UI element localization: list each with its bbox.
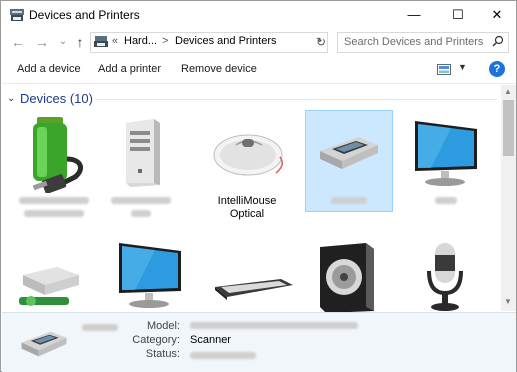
category-value: Scanner bbox=[190, 334, 231, 346]
devices-group-header[interactable]: Devices (10) bbox=[20, 91, 93, 106]
forward-button[interactable]: → bbox=[33, 33, 51, 51]
add-device-button[interactable]: Add a device bbox=[17, 63, 81, 75]
group-header-rule bbox=[95, 99, 497, 100]
tower-computer-icon bbox=[126, 119, 160, 187]
device-tile[interactable]: IntelliMouse Optical bbox=[204, 109, 290, 220]
monitor-icon bbox=[415, 121, 477, 186]
toolbar-divider bbox=[2, 83, 515, 84]
root-chevron[interactable]: « bbox=[112, 35, 118, 47]
status-value bbox=[190, 350, 256, 362]
scanner-icon bbox=[320, 137, 378, 169]
scroll-down-icon[interactable]: ▼ bbox=[504, 297, 512, 306]
battery-usb-icon bbox=[32, 117, 84, 193]
device-tile[interactable] bbox=[403, 241, 489, 311]
refresh-icon[interactable]: ↻ bbox=[314, 32, 328, 52]
title-bar: Devices and Printers — ☐ ✕ bbox=[1, 1, 516, 29]
breadcrumb-hardware[interactable]: Hard... bbox=[124, 35, 157, 47]
mouse-icon bbox=[213, 134, 283, 176]
device-name: IntelliMouse Optical bbox=[217, 195, 277, 220]
scroll-thumb[interactable] bbox=[503, 100, 514, 156]
search-box[interactable]: Search Devices and Printers bbox=[337, 32, 509, 53]
keyboard-icon bbox=[215, 279, 293, 300]
device-tile[interactable] bbox=[209, 241, 295, 311]
back-button[interactable]: ← bbox=[9, 33, 27, 51]
minimize-button[interactable]: — bbox=[397, 1, 431, 29]
device-tile[interactable] bbox=[107, 241, 193, 311]
recent-locations-chevron-icon[interactable]: ⌄ bbox=[54, 33, 72, 51]
view-options-dropdown-icon[interactable]: ▼ bbox=[458, 62, 467, 72]
model-label: Model: bbox=[146, 320, 180, 332]
remove-device-button[interactable]: Remove device bbox=[181, 63, 257, 75]
search-icon[interactable] bbox=[492, 35, 504, 47]
device-tile-selected[interactable] bbox=[305, 110, 393, 212]
help-button[interactable]: ? bbox=[489, 61, 505, 77]
breadcrumb-devices-printers[interactable]: Devices and Printers bbox=[175, 35, 277, 47]
model-value bbox=[190, 320, 358, 332]
status-label: Status: bbox=[145, 348, 180, 360]
speaker-icon bbox=[320, 243, 374, 313]
window-title: Devices and Printers bbox=[29, 8, 140, 22]
device-tile[interactable] bbox=[11, 109, 97, 217]
device-tile[interactable] bbox=[306, 241, 392, 313]
maximize-button[interactable]: ☐ bbox=[441, 1, 475, 29]
scroll-up-icon[interactable]: ▲ bbox=[504, 87, 512, 96]
microphone-icon bbox=[427, 243, 463, 311]
add-printer-button[interactable]: Add a printer bbox=[98, 63, 161, 75]
category-label: Category: bbox=[132, 334, 180, 346]
device-tile[interactable] bbox=[98, 109, 184, 217]
collapse-chevron-icon[interactable]: ⌄ bbox=[7, 93, 15, 104]
monitor-icon bbox=[119, 243, 181, 308]
change-view-icon[interactable] bbox=[437, 64, 451, 75]
devices-printers-icon bbox=[10, 9, 24, 21]
close-button[interactable]: ✕ bbox=[480, 1, 514, 29]
address-bar[interactable]: « Hard... > Devices and Printers ⌄ bbox=[90, 32, 328, 53]
scanner-icon bbox=[21, 331, 67, 357]
network-drive-icon bbox=[19, 267, 79, 306]
vertical-scrollbar[interactable]: ▲ ▼ bbox=[501, 85, 516, 311]
device-tile[interactable] bbox=[403, 109, 489, 209]
breadcrumb-separator[interactable]: > bbox=[162, 35, 168, 47]
devices-and-printers-window: Devices and Printers — ☐ ✕ ← → ⌄ ↑ « Har… bbox=[0, 0, 517, 372]
search-placeholder[interactable]: Search Devices and Printers bbox=[344, 36, 483, 48]
devices-printers-icon bbox=[94, 36, 108, 47]
up-button[interactable]: ↑ bbox=[71, 33, 89, 51]
details-pane: Model: Category: Scanner Status: bbox=[2, 312, 516, 372]
device-tile[interactable] bbox=[11, 241, 97, 311]
